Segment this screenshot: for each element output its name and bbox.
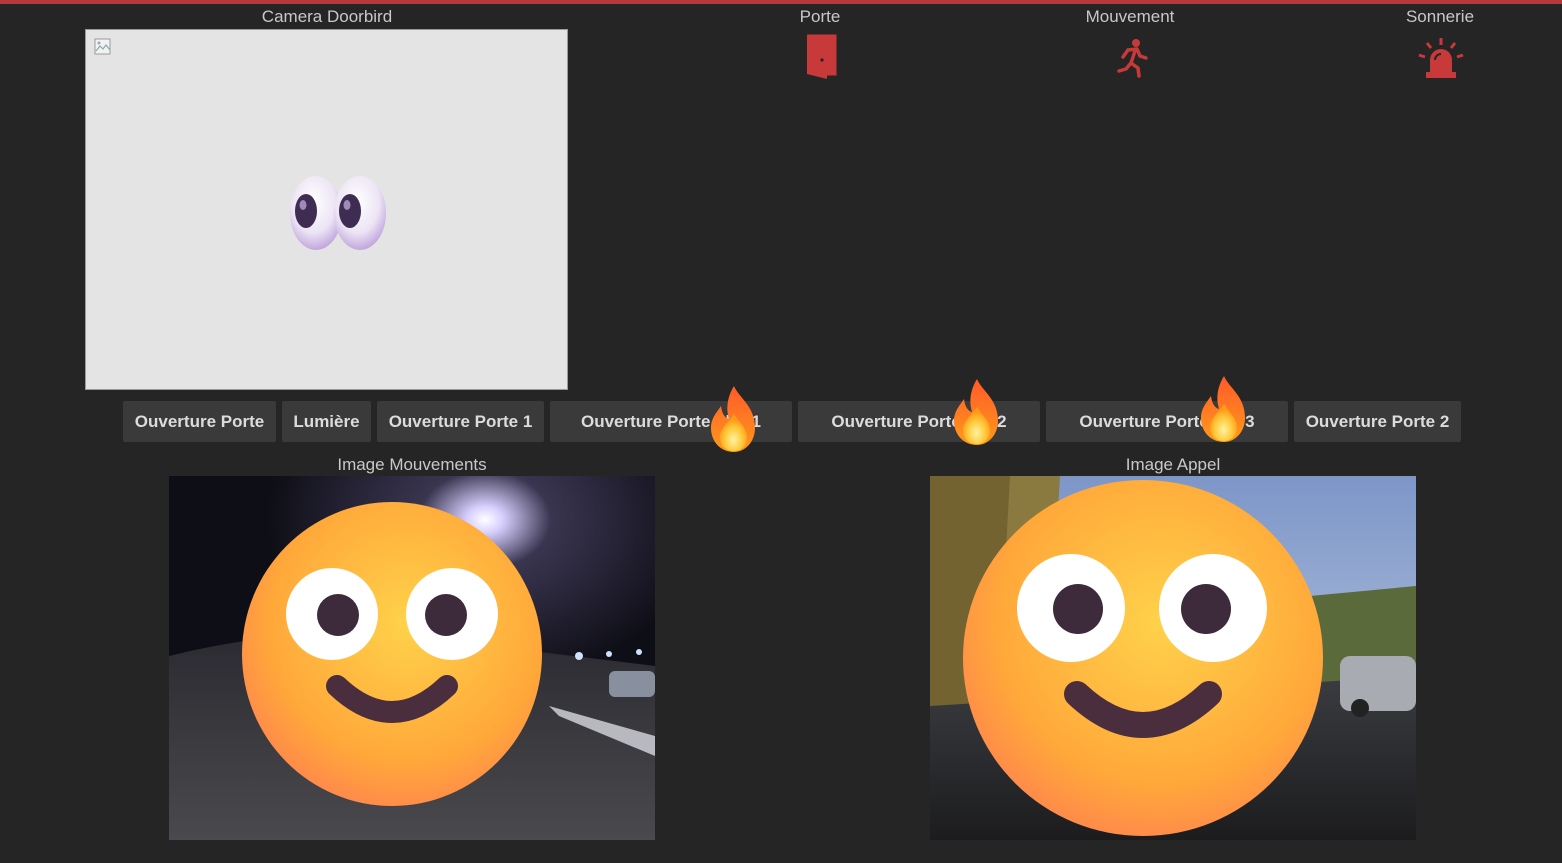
ring-tile-label: Sonnerie [1405, 7, 1475, 26]
action-button-row: Ouverture Porte Lumière Ouverture Porte … [0, 401, 1562, 443]
door-icon[interactable] [805, 34, 837, 85]
siren-icon[interactable] [1418, 36, 1464, 85]
call-image-label: Image Appel [1125, 455, 1221, 474]
motion-image[interactable] [169, 476, 655, 840]
eyes-emoji-icon [288, 175, 388, 260]
camera-tile-label: Camera Doorbird [261, 7, 393, 26]
fire-emoji-icon [1193, 374, 1255, 449]
motion-image-label: Image Mouvements [337, 455, 487, 474]
open-door-1-button[interactable]: Ouverture Porte 1 [377, 401, 544, 442]
top-accent-bar [0, 0, 1562, 4]
motion-tile-label: Mouvement [1085, 7, 1175, 26]
fire-emoji-icon [946, 377, 1008, 452]
call-image[interactable] [930, 476, 1416, 840]
open-door-button[interactable]: Ouverture Porte [123, 401, 276, 442]
camera-feed[interactable] [85, 29, 568, 390]
door-tile-label: Porte [799, 7, 841, 26]
fire-emoji-icon [703, 384, 765, 459]
broken-image-icon [94, 38, 112, 61]
open-door-2-button[interactable]: Ouverture Porte 2 [1294, 401, 1461, 442]
light-button[interactable]: Lumière [282, 401, 371, 442]
running-person-icon[interactable] [1115, 38, 1149, 83]
